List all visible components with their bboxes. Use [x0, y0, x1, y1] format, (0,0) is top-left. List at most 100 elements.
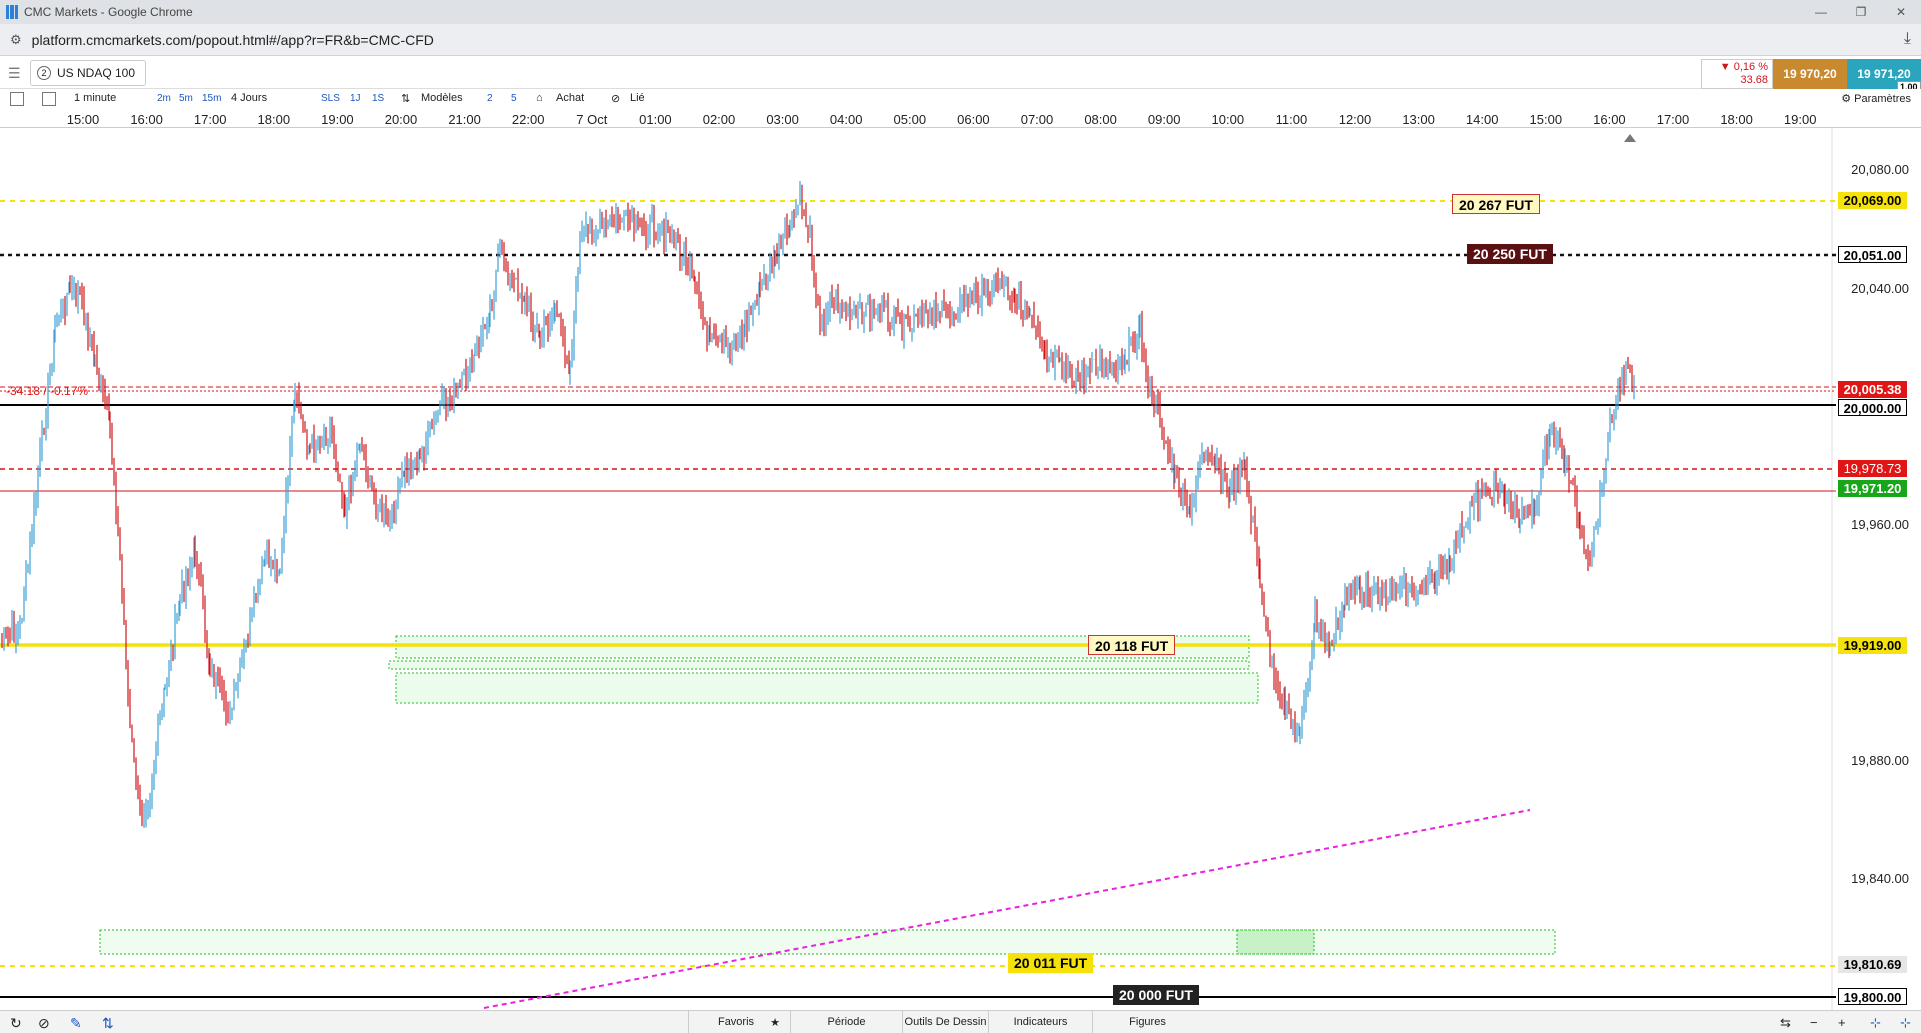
time-axis-label: 15:00 [66, 112, 100, 127]
demand-zone [1236, 929, 1315, 955]
time-axis-label: 14:00 [1465, 112, 1499, 127]
price-tag-yellow-mid: 19,919.00 [1838, 637, 1907, 654]
time-axis-label: 20:00 [384, 112, 418, 127]
minimize-icon[interactable]: — [1801, 0, 1841, 24]
fit-icon[interactable]: ⊹ [1900, 1015, 1911, 1031]
time-axis-label: 18:00 [257, 112, 291, 127]
futures-label-20267[interactable]: 20 267 FUT [1452, 194, 1540, 214]
futures-label-20250[interactable]: 20 250 FUT [1467, 244, 1553, 264]
price-tag-black-solid: 20,000.00 [1838, 399, 1907, 416]
pencil-icon[interactable]: ✎ [70, 1015, 82, 1032]
templates-button[interactable]: Modèles [421, 92, 463, 104]
buy-order-button[interactable]: Achat [556, 92, 584, 104]
bottom-toolbar: ↻ ⊘ ✎ ⇅ Favoris ★ Période Outils De Dess… [0, 1010, 1921, 1033]
scale-icon[interactable]: ⇆ [1780, 1015, 1791, 1031]
time-axis-label: 11:00 [1275, 112, 1308, 127]
drawing-tools-label: Outils De Dessin [904, 1016, 987, 1028]
chart-toolbar: 1 minute 2m 5m 15m 4 Jours SLS 1J 1S ⇅ M… [0, 89, 1921, 110]
favorites-label: Favoris [717, 1016, 755, 1028]
time-axis-label: 21:00 [448, 112, 481, 127]
change-box: ▼ 0,16 % 33.68 [1701, 59, 1773, 89]
layout-grid-icon[interactable] [42, 92, 56, 106]
buy-order-icon[interactable]: ⌂ [536, 92, 543, 104]
tf-15m-button[interactable]: 15m [202, 93, 221, 104]
one-day-button[interactable]: 1J [350, 93, 361, 104]
star-icon[interactable]: ★ [760, 1011, 790, 1033]
figures-label: Figures [1129, 1016, 1166, 1028]
time-axis-label: 06:00 [957, 112, 990, 127]
time-axis-label: 02:00 [702, 112, 736, 127]
price-tag-red-level: 20,005.38 [1838, 381, 1907, 398]
time-axis-label: 09:00 [1147, 112, 1181, 127]
drawing-tools-tab[interactable]: Outils De Dessin [902, 1011, 988, 1033]
time-axis-label: 17:00 [1656, 112, 1690, 127]
layout-5-button[interactable]: 5 [511, 93, 517, 104]
time-axis-label: 16:00 [1593, 112, 1626, 127]
period-select[interactable]: 4 Jours [231, 92, 267, 104]
period-label: Période [827, 1016, 866, 1028]
link-icon[interactable]: ⊘ [611, 92, 620, 105]
sell-button[interactable]: 19 970,20 [1773, 59, 1847, 89]
instrument-number-badge: 2 [37, 66, 51, 80]
menu-icon[interactable]: ☰ [8, 65, 21, 82]
time-axis-label: 15:00 [1529, 112, 1563, 127]
time-axis-label: 19:00 [1783, 112, 1817, 127]
buy-button[interactable]: 19 971,20 1.00 [1847, 59, 1921, 93]
timeframe-select[interactable]: 1 minute [74, 92, 116, 104]
arrows-icon[interactable]: ⇅ [102, 1015, 114, 1032]
change-points: 33.68 [1740, 74, 1768, 86]
tf-5m-button[interactable]: 5m [179, 93, 193, 104]
instrument-name: US NDAQ 100 [57, 66, 136, 80]
site-info-icon[interactable]: ⚙ [10, 32, 22, 48]
restore-icon[interactable]: ❐ [1841, 0, 1881, 24]
futures-label-20000[interactable]: 20 000 FUT [1113, 985, 1199, 1005]
price-tag-red-dashed: 19,978.73 [1838, 460, 1907, 477]
change-annotation: -34.18 / -0.17% [6, 384, 89, 398]
time-axis-label: 10:00 [1211, 112, 1245, 127]
time-axis-label: 19:00 [321, 112, 354, 127]
settings-button[interactable]: ⚙ Paramètres [1841, 92, 1911, 105]
download-icon[interactable]: ⤓ [1904, 30, 1911, 48]
indicators-label: Indicateurs [1013, 1016, 1068, 1028]
refresh-icon[interactable]: ↻ [10, 1015, 22, 1032]
url-text[interactable]: platform.cmcmarkets.com/popout.html#/app… [32, 32, 434, 48]
time-axis-label: 17:00 [193, 112, 227, 127]
indicators-tab[interactable]: Indicateurs [988, 1011, 1092, 1033]
quote-panel: ▼ 0,16 % 33.68 19 970,20 19 971,20 1.00 [1701, 59, 1921, 93]
scroll-marker-icon [1624, 134, 1636, 142]
chart-type-icon[interactable] [10, 92, 24, 106]
price-axis-label: 19,960.00 [1851, 517, 1909, 532]
price-chart[interactable]: 20,080.00 20,040.00 19,960.00 19,880.00 … [0, 128, 1921, 1010]
period-tab[interactable]: Période [790, 1011, 902, 1033]
layout-2-button[interactable]: 2 [487, 93, 493, 104]
figures-tab[interactable]: Figures [1092, 1011, 1202, 1033]
address-bar: ⚙ platform.cmcmarkets.com/popout.html#/a… [0, 24, 1921, 56]
time-axis-label: 04:00 [829, 112, 863, 127]
close-icon[interactable]: ✕ [1881, 0, 1921, 24]
time-axis-label: 08:00 [1084, 112, 1117, 127]
price-tag-yellow-top: 20,069.00 [1838, 192, 1907, 209]
tf-2m-button[interactable]: 2m [157, 93, 171, 104]
time-axis-label: 22:00 [511, 112, 545, 127]
chart-canvas[interactable] [0, 128, 1921, 1010]
templates-icon[interactable]: ⇅ [401, 92, 410, 105]
time-axis-label: 18:00 [1720, 112, 1753, 127]
time-axis-label: 7 Oct [576, 112, 608, 127]
settings-label: Paramètres [1854, 93, 1911, 105]
cmc-app-icon [6, 5, 18, 19]
futures-label-20118[interactable]: 20 118 FUT [1088, 635, 1176, 655]
price-tag-black-bottom: 19,800.00 [1838, 988, 1907, 1005]
settings-icon: ⚙ [1841, 93, 1855, 105]
instrument-selector[interactable]: 2 US NDAQ 100 [30, 60, 147, 86]
browser-title-bar: CMC Markets - Google Chrome — ❐ ✕ [0, 0, 1921, 24]
one-week-button[interactable]: 1S [372, 93, 384, 104]
linked-button[interactable]: Lié [630, 92, 645, 104]
cancel-icon[interactable]: ⊘ [38, 1015, 50, 1032]
zoom-in-icon[interactable]: + [1838, 1015, 1846, 1030]
zoom-out-icon[interactable]: − [1810, 1015, 1818, 1030]
support-zone [388, 660, 1250, 670]
crosshair-icon[interactable]: ⊹ [1870, 1015, 1881, 1031]
sls-button[interactable]: SLS [321, 93, 340, 104]
time-axis-label: 07:00 [1020, 112, 1054, 127]
futures-label-20011[interactable]: 20 011 FUT [1008, 953, 1094, 973]
